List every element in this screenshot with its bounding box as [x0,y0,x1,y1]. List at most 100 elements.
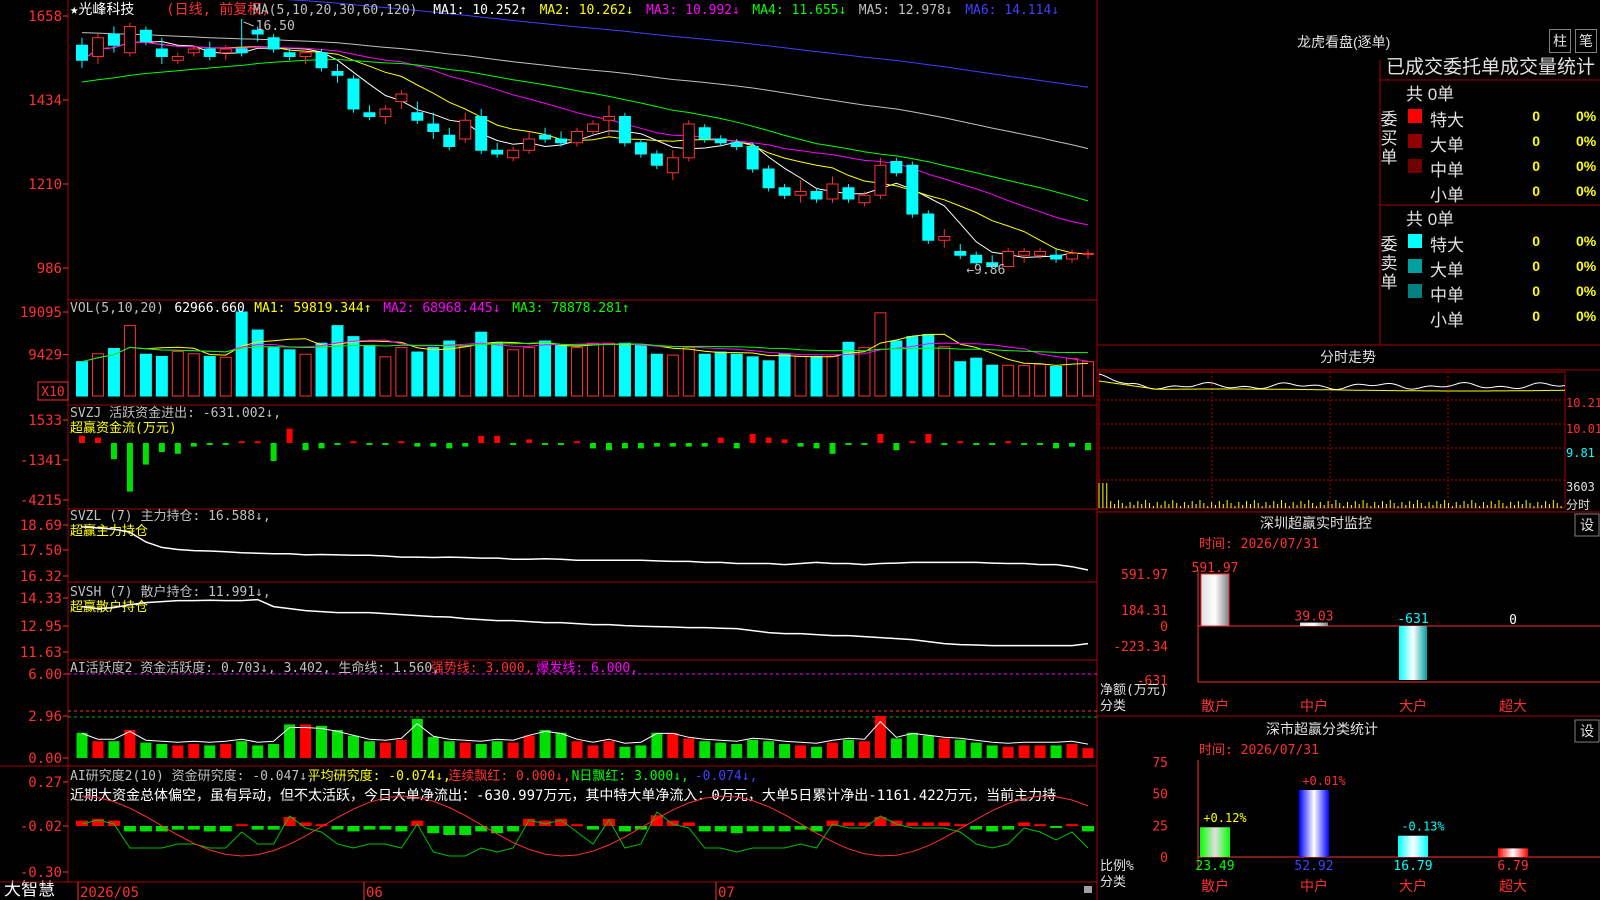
volume-bar[interactable] [954,361,967,397]
volume-bar[interactable] [698,353,711,397]
candle[interactable] [379,108,392,117]
volume-bar[interactable] [491,342,504,397]
volume-bar[interactable] [571,347,584,397]
candle[interactable] [874,164,887,196]
volume-bar[interactable] [219,356,232,397]
volume-bar[interactable] [794,355,807,397]
candle[interactable] [395,93,408,102]
volume-bar[interactable] [858,347,871,397]
volume-bar[interactable] [523,347,536,397]
volume-bar[interactable] [363,344,376,397]
bar-view-button[interactable]: 柱 [1549,29,1571,53]
volume-bar[interactable] [315,342,328,397]
candle[interactable] [1066,252,1079,260]
candle[interactable] [299,52,312,57]
candle[interactable] [427,123,440,132]
volume-bar[interactable] [139,353,152,397]
candle[interactable] [762,168,775,189]
candle[interactable] [922,213,935,241]
volume-bar[interactable] [187,353,200,397]
volume-bar[interactable] [331,325,344,397]
candle[interactable] [746,146,759,170]
volume-bar[interactable] [395,347,408,397]
volume-bar[interactable] [411,351,424,397]
volume-bar[interactable] [283,349,296,397]
candle[interactable] [842,187,855,200]
volume-bar[interactable] [459,345,472,397]
candle[interactable] [235,48,248,54]
candle[interactable] [682,123,695,159]
candle[interactable] [411,112,424,121]
volume-bar[interactable] [267,347,280,397]
volume-bar[interactable] [203,355,216,397]
candle[interactable] [586,123,599,132]
volume-bar[interactable] [235,311,248,397]
candle[interactable] [890,161,903,174]
volume-bar[interactable] [123,325,136,397]
candle[interactable] [602,116,615,121]
candle[interactable] [155,48,168,57]
volume-bar[interactable] [666,354,679,397]
candle[interactable] [906,164,919,215]
candle[interactable] [1050,254,1063,260]
volume-bar[interactable] [539,340,552,397]
candle[interactable] [794,191,807,196]
candle[interactable] [283,52,296,57]
main-chart-area[interactable]: 16581434121098616.50←9.86★光峰科技 (日线, 前复权)M… [0,0,1600,900]
volume-bar[interactable] [746,356,759,397]
candle[interactable] [187,48,200,54]
volume-bar[interactable] [155,355,168,397]
candle[interactable] [555,138,568,144]
candle[interactable] [650,153,663,166]
volume-bar[interactable] [1034,363,1047,397]
candle[interactable] [123,26,136,54]
volume-bar[interactable] [938,346,951,397]
candle[interactable] [171,56,184,61]
candle[interactable] [571,131,584,144]
volume-bar[interactable] [1002,364,1015,397]
volume-bar[interactable] [874,312,887,397]
sz-class-bar[interactable] [1299,789,1329,857]
candle[interactable] [666,157,679,174]
candle[interactable] [778,187,791,196]
tick-view-button[interactable]: 笔 [1575,29,1597,53]
candle[interactable] [91,37,104,57]
volume-bar[interactable] [986,364,999,397]
candle[interactable] [826,183,839,200]
volume-bar[interactable] [1082,361,1094,397]
volume-bar[interactable] [555,344,568,397]
candle[interactable] [970,254,983,264]
volume-bar[interactable] [650,353,663,397]
volume-bar[interactable] [602,342,615,397]
candle[interactable] [938,236,951,241]
volume-bar[interactable] [634,344,647,397]
candle[interactable] [730,142,743,147]
volume-bar[interactable] [171,351,184,397]
candle[interactable] [443,134,456,147]
candle[interactable] [523,138,536,151]
volume-bar[interactable] [251,329,264,397]
sz-class-bar[interactable] [1398,835,1428,857]
candle[interactable] [76,44,88,61]
volume-bar[interactable] [475,331,488,397]
candle[interactable] [507,149,520,159]
sz-monitor-bar[interactable] [1399,626,1427,680]
volume-bar[interactable] [1018,365,1031,397]
candle[interactable] [714,138,727,144]
volume-bar[interactable] [682,347,695,397]
candle[interactable] [1018,251,1031,256]
candle[interactable] [203,48,216,57]
volume-bar[interactable] [76,361,88,397]
volume-bar[interactable] [730,353,743,397]
candle[interactable] [539,134,552,140]
sz-class-bar[interactable] [1498,848,1528,857]
candle[interactable] [107,33,120,46]
volume-bar[interactable] [826,355,839,397]
candle[interactable] [1082,252,1094,255]
volume-bar[interactable] [810,355,823,397]
volume-bar[interactable] [586,342,599,397]
volume-bar[interactable] [91,353,104,397]
sz-monitor-bar[interactable] [1200,573,1230,627]
volume-bar[interactable] [379,356,392,397]
volume-bar[interactable] [299,353,312,397]
